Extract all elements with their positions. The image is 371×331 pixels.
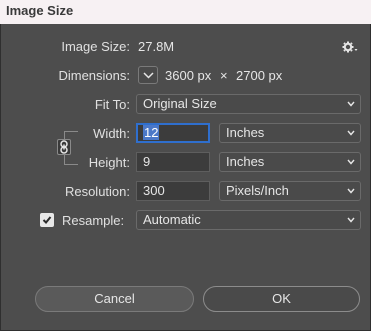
chevron-down-icon bbox=[347, 188, 355, 194]
height-input[interactable]: 9 bbox=[136, 152, 210, 172]
chevron-down-icon bbox=[347, 130, 355, 136]
dimensions-separator: × bbox=[220, 68, 228, 83]
fit-to-label: Fit To: bbox=[94, 97, 130, 112]
checkmark-icon bbox=[42, 216, 52, 224]
resolution-input[interactable]: 300 bbox=[136, 181, 210, 201]
resample-label: Resample: bbox=[62, 213, 125, 228]
resample-checkbox[interactable] bbox=[40, 213, 54, 227]
dimensions-width-value: 3600 px bbox=[165, 68, 212, 83]
image-size-value: 27.8M bbox=[138, 39, 175, 54]
chevron-down-icon bbox=[143, 72, 154, 79]
image-size-dialog: Image Size Image Size: 27.8M Dimensions: bbox=[0, 0, 371, 331]
fit-to-dropdown[interactable]: Original Size bbox=[136, 94, 361, 114]
height-value: 9 bbox=[143, 154, 151, 169]
chevron-down-icon bbox=[347, 159, 355, 165]
ok-button[interactable]: OK bbox=[203, 286, 360, 312]
resolution-value: 300 bbox=[143, 183, 165, 198]
resolution-unit-dropdown[interactable]: Pixels/Inch bbox=[219, 181, 361, 201]
chevron-down-icon bbox=[347, 101, 355, 107]
link-icon[interactable] bbox=[57, 139, 71, 155]
cancel-button[interactable]: Cancel bbox=[35, 286, 194, 312]
chevron-down-icon bbox=[347, 217, 355, 223]
dimensions-label: Dimensions: bbox=[58, 68, 130, 83]
height-unit-dropdown[interactable]: Inches bbox=[219, 152, 361, 172]
height-unit-value: Inches bbox=[226, 154, 265, 169]
width-input[interactable]: 12 bbox=[136, 123, 210, 143]
dimensions-units-dropdown[interactable] bbox=[138, 66, 158, 84]
resolution-unit-value: Pixels/Inch bbox=[226, 183, 289, 198]
image-size-label: Image Size: bbox=[61, 39, 130, 54]
title-bar[interactable]: Image Size bbox=[0, 0, 371, 24]
height-label: Height: bbox=[88, 155, 130, 170]
dimensions-height-value: 2700 px bbox=[236, 68, 283, 83]
width-unit-dropdown[interactable]: Inches bbox=[219, 123, 361, 143]
gear-icon[interactable] bbox=[342, 40, 358, 54]
fit-to-value: Original Size bbox=[143, 96, 217, 111]
width-unit-value: Inches bbox=[226, 125, 265, 140]
width-value: 12 bbox=[143, 125, 160, 140]
resample-method-dropdown[interactable]: Automatic bbox=[136, 210, 361, 230]
resolution-label: Resolution: bbox=[64, 184, 130, 199]
resample-method-value: Automatic bbox=[143, 212, 201, 227]
width-label: Width: bbox=[93, 126, 130, 141]
dialog-title: Image Size bbox=[6, 3, 74, 18]
